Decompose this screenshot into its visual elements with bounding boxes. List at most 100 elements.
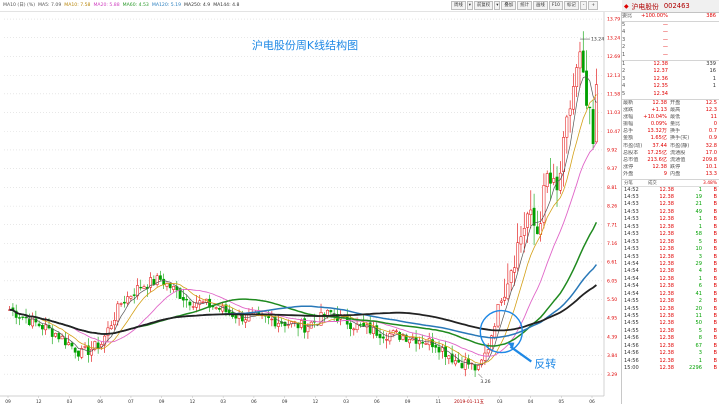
toolbar-button[interactable]: 周线 — [451, 1, 466, 10]
toolbar-button[interactable]: F10 — [548, 1, 563, 10]
candle-body — [267, 316, 270, 318]
trade-direction: B — [713, 238, 718, 245]
buy-row: 3 12.36 1 — [622, 76, 719, 84]
y-tick-label: 3.29 — [607, 372, 617, 378]
candle-body — [352, 328, 356, 331]
toolbar-button[interactable]: ▾ — [494, 1, 501, 10]
trade-volume: 49 — [695, 208, 702, 215]
sell-price: — — [662, 36, 668, 43]
trade-row: 14:55 12.38 2 B — [622, 298, 719, 305]
trade-time: 14:53 — [624, 208, 639, 215]
trade-volume: 20 — [695, 305, 702, 312]
candle-body — [18, 317, 21, 319]
candle-body — [519, 236, 523, 245]
ma-legend-item: MA10 (日) (%) — [3, 3, 35, 8]
trade-time: 14:53 — [624, 231, 639, 238]
sell-volume — [670, 37, 719, 45]
sell-row: 1— — [622, 52, 719, 60]
toolbar-button[interactable]: - — [579, 1, 588, 10]
trade-time: 14:53 — [624, 253, 639, 260]
x-tick-label: 04 — [528, 399, 534, 404]
kline-chart[interactable]: 沪电股份周K线结构图 13.24 3.26 反转 13.79 13.24 12.69 12.… — [0, 12, 622, 404]
candle-body — [549, 172, 552, 184]
stat-label: 流通股 — [670, 149, 686, 156]
trade-time: 14:53 — [624, 194, 639, 201]
trade-price: 12.38 — [659, 298, 674, 305]
trade-time: 15:00 — [624, 365, 639, 372]
x-tick-label: 06 — [374, 399, 380, 404]
toolbar-button[interactable]: + — [588, 1, 599, 10]
chart-title: 沪电股份周K线结构图 — [252, 38, 358, 52]
trade-row: 14:56 12.38 1 B — [622, 358, 719, 365]
stat-label: 市盈(动) — [623, 142, 643, 149]
candle-body — [499, 300, 503, 303]
ma-legend: MA10 (日) (%) MA5: 7.09 MA10: 7.58 MA20: 5.8… — [3, 2, 242, 9]
toolbar-button[interactable]: 前复权 — [474, 1, 494, 10]
candle-body — [57, 333, 61, 340]
stat-value: 0.9 — [708, 135, 717, 142]
y-tick-label: 8.26 — [607, 204, 617, 210]
trade-time: 14:52 — [624, 186, 639, 193]
trade-price: 12.38 — [659, 335, 674, 342]
reversal-circle — [479, 309, 524, 354]
stat-value: +1.13 — [651, 106, 667, 113]
trade-time: 14:53 — [624, 223, 639, 230]
stat-value: 209.8 — [702, 157, 717, 164]
trade-row: 14:53 12.38 3 B — [622, 254, 719, 261]
candle-body — [395, 330, 398, 332]
axes: 13.79 13.24 12.69 12.13 11.58 11.03 10.47 9.92 9… — [0, 12, 620, 404]
sell-price: — — [662, 44, 668, 51]
candle-body — [568, 108, 572, 116]
stat-label: 总股本 — [623, 149, 639, 156]
trade-volume: 2 — [698, 298, 702, 305]
buy-row: 1 12.38 339 — [622, 61, 719, 69]
toolbar-button[interactable]: 统计 — [517, 1, 533, 10]
candle-body — [493, 326, 497, 338]
kline-chart-panel[interactable]: MA10 (日) (%) MA5: 7.09 MA10: 7.58 MA20: 5.8… — [0, 0, 622, 404]
candle-body — [447, 355, 451, 360]
candle-body — [122, 301, 126, 304]
toolbar-button[interactable]: 标记 — [563, 1, 579, 10]
trade-direction: B — [713, 335, 718, 342]
buy-level: 2 — [622, 68, 626, 75]
trade-direction: B — [713, 231, 718, 238]
candle-body — [594, 84, 598, 143]
candle-body — [444, 346, 447, 358]
x-tick-label: 03 — [343, 399, 349, 404]
trade-volume: 3 — [698, 350, 702, 357]
trade-direction: B — [713, 350, 718, 357]
commission-diff: 386 — [706, 13, 716, 19]
stock-name: 沪电股份 — [631, 3, 659, 11]
candle-body — [558, 172, 562, 191]
stat-label: 跌停 — [670, 164, 681, 171]
trade-volume: 8 — [698, 335, 702, 342]
trade-row: 15:00 12.38 2296 B — [622, 365, 719, 372]
toolbar-button[interactable]: ▾ — [466, 1, 474, 10]
candle-body — [152, 279, 156, 285]
trade-row: 14:53 12.38 49 B — [622, 209, 719, 216]
candle-body — [142, 286, 146, 289]
candle-body — [21, 316, 25, 318]
toolbar-button[interactable]: 叠加 — [501, 1, 517, 10]
trade-price: 12.38 — [659, 350, 674, 357]
trade-price: 12.38 — [659, 231, 674, 238]
trade-volume: 19 — [695, 194, 702, 201]
trades-head-pct: 3.48% — [703, 180, 717, 186]
candle-body — [73, 347, 77, 353]
trade-time: 14:54 — [624, 260, 639, 267]
candle-body — [572, 86, 575, 110]
trades-head-time: 分笔 — [624, 180, 633, 186]
y-tick-label: 7.71 — [607, 222, 617, 228]
stat-label: 流通值 — [670, 157, 686, 164]
x-tick-label: 06 — [589, 399, 595, 404]
y-tick-label: 11.58 — [607, 91, 620, 97]
toolbar-button[interactable]: 画线 — [533, 1, 548, 10]
sell-row: 4— — [622, 29, 719, 37]
sell-level: 5 — [622, 21, 626, 28]
candle-body — [503, 296, 506, 301]
trade-ticks[interactable]: 14:52 12.38 1 B 14:53 12.38 19 B 14:53 12.38 21 B 14… — [622, 187, 719, 373]
stat-value: 1.65亿 — [650, 135, 667, 142]
buy-row: 4 12.35 1 — [622, 83, 719, 91]
candle-body — [257, 312, 261, 314]
trade-time: 14:55 — [624, 320, 639, 327]
